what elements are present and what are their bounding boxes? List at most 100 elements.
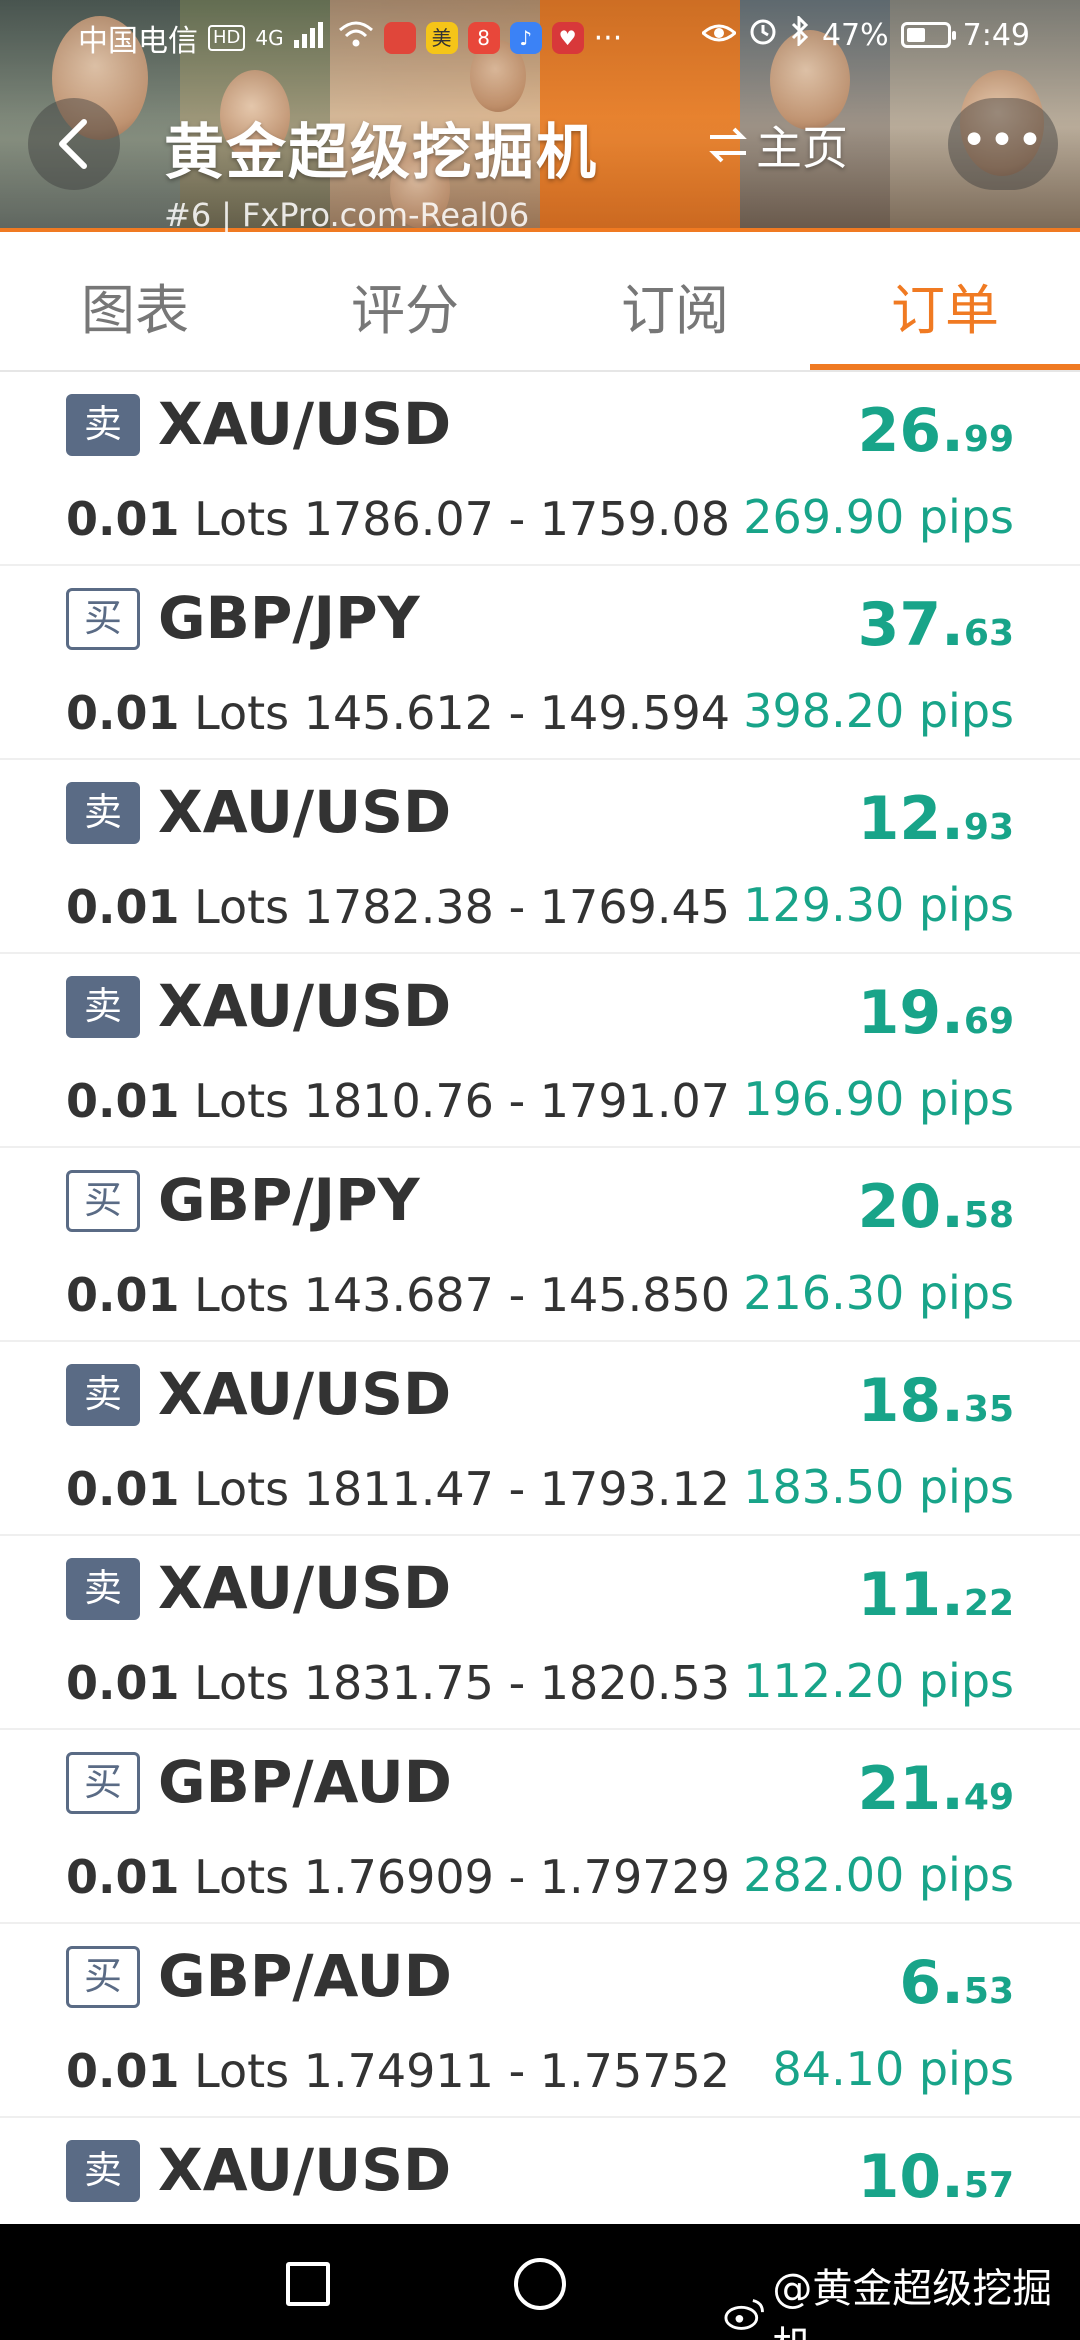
order-symbol: XAU/USD (158, 972, 452, 1040)
battery-icon (900, 22, 956, 48)
profit-decimal: 35 (963, 1389, 1014, 1430)
order-lots: 0.01 (66, 1074, 180, 1128)
order-profit: 26.99 (858, 396, 1014, 466)
order-prices: 1782.38 - 1769.45 (303, 880, 731, 934)
back-button[interactable] (28, 98, 120, 190)
order-profit: 18.35 (858, 1366, 1014, 1436)
profit-integer: 26. (857, 396, 964, 466)
music-icon: ♪ (509, 22, 542, 54)
profit-integer: 21. (857, 1754, 964, 1824)
profit-decimal: 99 (963, 419, 1014, 460)
profit-integer: 19. (857, 978, 964, 1048)
order-lots-unit: Lots (194, 1074, 290, 1128)
tab-orders[interactable]: 订单 (810, 266, 1080, 345)
order-row[interactable]: 卖 XAU/USD 19.69 0.01 Lots 1810.76 - 1791.07… (0, 954, 1080, 1148)
profit-decimal: 58 (963, 1195, 1014, 1236)
profit-integer: 6. (899, 1948, 964, 2018)
weibo-logo-icon (724, 2299, 764, 2330)
order-prices: 1.76909 - 1.79729 (303, 1850, 731, 1904)
tab-subscribe[interactable]: 订阅 (540, 266, 810, 345)
order-lots-unit: Lots (194, 880, 290, 934)
order-prices: 1811.47 - 1793.12 (303, 1462, 731, 1516)
order-profit: 20.58 (858, 1172, 1014, 1242)
heart-app-icon: ♥ (551, 22, 584, 54)
order-pips: 216.30 pips (743, 1266, 1014, 1320)
order-row[interactable]: 卖 XAU/USD 12.93 0.01 Lots 1782.38 - 1769.45… (0, 760, 1080, 954)
order-pips: 269.90 pips (743, 490, 1014, 544)
order-lots: 0.01 (66, 492, 180, 546)
order-symbol: XAU/USD (158, 778, 452, 846)
order-profit: 12.93 (858, 784, 1014, 854)
home-button[interactable]: 主页 (706, 112, 848, 178)
back-arrow-icon (59, 119, 87, 169)
order-row[interactable]: 买 GBP/JPY 37.63 0.01 Lots 145.612 - 149.594… (0, 566, 1080, 760)
order-lots-unit: Lots (194, 1462, 290, 1516)
order-prices: 143.687 - 145.850 (303, 1268, 731, 1322)
profit-decimal: 49 (963, 1777, 1014, 1818)
order-lots-unit: Lots (194, 1268, 290, 1322)
order-lots: 0.01 (66, 1850, 180, 1904)
status-bar: 中国电信 HD 4G 美 8 ♪ ♥ ··· 47% 7:49 (0, 0, 1080, 72)
profit-decimal: 22 (963, 1583, 1014, 1624)
order-prices: 1810.76 - 1791.07 (303, 1074, 731, 1128)
order-symbol: GBP/JPY (158, 1166, 420, 1234)
profit-integer: 37. (857, 590, 964, 660)
order-lots: 0.01 (66, 880, 180, 934)
order-details: 0.01 Lots 1.76909 - 1.79729 (66, 1850, 730, 1904)
order-profit: 21.49 (858, 1754, 1014, 1824)
more-notifications-icon: ··· (593, 20, 623, 56)
system-nav-bar: @黄金超级挖掘机 (0, 2224, 1080, 2340)
order-symbol: GBP/AUD (158, 1748, 452, 1816)
order-details: 0.01 Lots 1782.38 - 1769.45 (66, 880, 730, 934)
order-details: 0.01 Lots 1831.75 - 1820.53 (66, 1656, 730, 1710)
order-profit: 6.53 (899, 1948, 1014, 2018)
order-profit: 37.63 (858, 590, 1014, 660)
orders-list: 卖 XAU/USD 26.99 0.01 Lots 1786.07 - 1759.08… (0, 372, 1080, 2312)
order-lots-unit: Lots (194, 2044, 290, 2098)
buy-badge: 买 (66, 1170, 140, 1232)
sell-badge: 卖 (66, 782, 140, 844)
meituan-icon: 美 (425, 22, 458, 54)
order-details: 0.01 Lots 143.687 - 145.850 (66, 1268, 730, 1322)
order-lots: 0.01 (66, 1462, 180, 1516)
account-subtitle: #6 | FxPro.com-Real06 (164, 196, 530, 232)
weibo-watermark: @黄金超级挖掘机 (724, 2256, 1080, 2340)
order-prices: 1831.75 - 1820.53 (303, 1656, 731, 1710)
battery-percent: 47% (821, 17, 889, 53)
order-row[interactable]: 卖 XAU/USD 26.99 0.01 Lots 1786.07 - 1759.08… (0, 372, 1080, 566)
carrier-label: 中国电信 (78, 24, 198, 59)
order-symbol: XAU/USD (158, 2136, 452, 2204)
eye-icon (700, 18, 738, 53)
order-lots-unit: Lots (194, 686, 290, 740)
tab-chart[interactable]: 图表 (0, 266, 270, 345)
status-left: 中国电信 HD 4G 美 8 ♪ ♥ ··· (78, 16, 622, 60)
order-prices: 1.74911 - 1.75752 (303, 2044, 731, 2098)
profit-integer: 20. (857, 1172, 964, 1242)
order-row[interactable]: 买 GBP/JPY 20.58 0.01 Lots 143.687 - 145.850… (0, 1148, 1080, 1342)
clock: 7:49 (962, 17, 1030, 53)
order-profit: 10.57 (858, 2142, 1014, 2212)
order-row[interactable]: 买 GBP/AUD 21.49 0.01 Lots 1.76909 - 1.79729… (0, 1730, 1080, 1924)
order-symbol: GBP/JPY (158, 584, 420, 652)
recent-apps-square-icon[interactable] (286, 2262, 330, 2306)
order-row[interactable]: 卖 XAU/USD 18.35 0.01 Lots 1811.47 - 1793.12… (0, 1342, 1080, 1536)
buy-badge: 买 (66, 1946, 140, 2008)
order-prices: 1786.07 - 1759.08 (303, 492, 731, 546)
order-lots: 0.01 (66, 1268, 180, 1322)
order-row[interactable]: 卖 XAU/USD 11.22 0.01 Lots 1831.75 - 1820.53… (0, 1536, 1080, 1730)
page-title: 黄金超级挖掘机 (164, 118, 598, 188)
header-banner: 中国电信 HD 4G 美 8 ♪ ♥ ··· 47% 7:49 黄金超级挖掘机 … (0, 0, 1080, 232)
order-pips: 129.30 pips (743, 878, 1014, 932)
profit-decimal: 53 (963, 1971, 1014, 2012)
order-details: 0.01 Lots 145.612 - 149.594 (66, 686, 730, 740)
home-circle-icon[interactable] (514, 2258, 566, 2310)
more-button[interactable]: ••• (948, 98, 1058, 190)
order-row[interactable]: 买 GBP/AUD 6.53 0.01 Lots 1.74911 - 1.75752 8… (0, 1924, 1080, 2118)
tab-rating[interactable]: 评分 (270, 266, 540, 345)
order-lots: 0.01 (66, 2044, 180, 2098)
sell-badge: 卖 (66, 976, 140, 1038)
order-lots-unit: Lots (194, 1850, 290, 1904)
profit-decimal: 93 (963, 807, 1014, 848)
order-lots-unit: Lots (194, 492, 290, 546)
sell-badge: 卖 (66, 2140, 140, 2202)
